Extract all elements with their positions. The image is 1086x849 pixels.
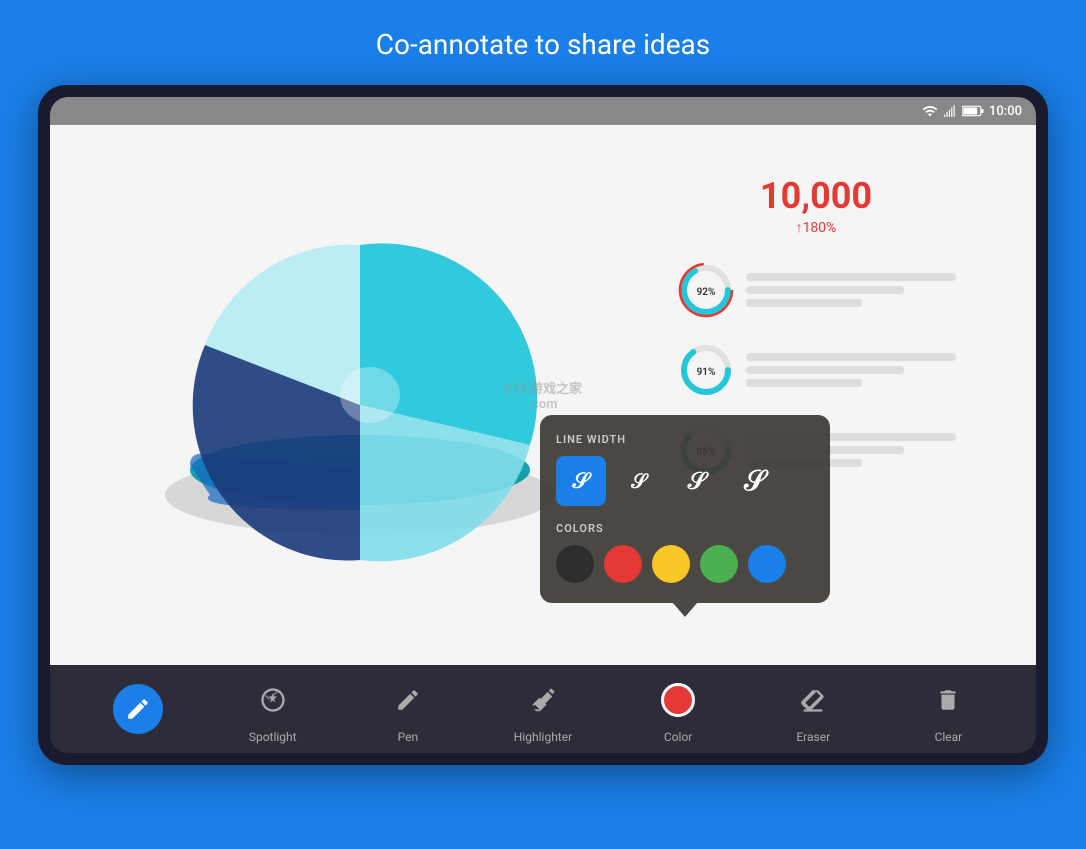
status-bar: 10:00 — [50, 97, 1036, 125]
highlighter-icon — [529, 686, 557, 714]
status-time: 10:00 — [989, 104, 1022, 119]
spotlight-wrapper[interactable] — [248, 675, 298, 725]
pen-active-icon — [125, 696, 151, 722]
spotlight-icon — [259, 686, 287, 714]
line-width-s-icon: 𝒮 — [631, 469, 646, 493]
highlighter-wrapper[interactable] — [518, 675, 568, 725]
page-title: Co-annotate to share ideas — [376, 0, 710, 85]
mini-line — [746, 286, 904, 294]
toolbar-item-pen[interactable]: Pen — [368, 675, 448, 744]
clear-wrapper[interactable] — [923, 675, 973, 725]
pen-label: Pen — [398, 730, 418, 744]
signal-icon — [943, 103, 957, 119]
popup-colors-label: COLORS — [556, 522, 814, 535]
toolbar-item-color[interactable]: Color — [638, 675, 718, 744]
eraser-label: Eraser — [796, 730, 830, 744]
mini-line — [746, 273, 956, 281]
color-options[interactable] — [556, 545, 814, 583]
highlighter-label: Highlighter — [514, 730, 572, 744]
eraser-wrapper[interactable] — [788, 675, 838, 725]
popup-line-width-label: LINE WIDTH — [556, 433, 814, 446]
line-width-options[interactable]: 𝒮 𝒮 𝒮 𝒮 — [556, 456, 814, 506]
pen-active-wrapper[interactable] — [113, 684, 163, 734]
mini-donut-2: 91% — [676, 340, 736, 400]
toolbar-item-pen-active[interactable] — [98, 684, 178, 734]
spotlight-label: Spotlight — [249, 730, 297, 744]
svg-text:91%: 91% — [697, 367, 716, 378]
line-width-xs[interactable]: 𝒮 — [556, 456, 606, 506]
line-width-m[interactable]: 𝒮 — [672, 456, 722, 506]
popup-arrow — [673, 603, 697, 617]
mini-stat-1: 92% — [676, 260, 956, 320]
toolbar-item-spotlight[interactable]: Spotlight — [233, 675, 313, 744]
device-screen: 10:00 — [50, 97, 1036, 753]
mini-line — [746, 366, 904, 374]
color-yellow[interactable] — [652, 545, 690, 583]
color-green[interactable] — [700, 545, 738, 583]
mini-lines-2 — [746, 353, 956, 387]
big-number-sub: ↑180% — [676, 219, 956, 236]
color-wrapper[interactable] — [653, 675, 703, 725]
current-color-circle[interactable] — [661, 683, 695, 717]
eraser-icon — [799, 686, 827, 714]
line-width-popup: LINE WIDTH 𝒮 𝒮 𝒮 𝒮 COLO — [540, 415, 830, 603]
mini-stat-2: 91% — [676, 340, 956, 400]
color-black[interactable] — [556, 545, 594, 583]
mini-line — [746, 353, 956, 361]
line-width-l-icon: 𝒮 — [744, 464, 766, 498]
main-content: 10,000 ↑180% 92% — [50, 125, 1036, 665]
wifi-icon — [922, 103, 938, 119]
pie-chart — [150, 185, 570, 565]
mini-lines-1 — [746, 273, 956, 307]
mini-donut-1: 92% — [676, 260, 736, 320]
pen-icon — [395, 687, 421, 713]
pen-wrapper[interactable] — [383, 675, 433, 725]
chart-area — [150, 185, 570, 565]
mini-line — [746, 379, 862, 387]
line-width-l[interactable]: 𝒮 — [730, 456, 780, 506]
mini-line — [746, 299, 862, 307]
big-number: 10,000 — [676, 175, 956, 217]
toolbar-item-clear[interactable]: Clear — [908, 675, 988, 744]
color-label: Color — [664, 730, 692, 744]
line-width-m-icon: 𝒮 — [688, 467, 707, 495]
clear-label: Clear — [935, 730, 963, 744]
color-blue[interactable] — [748, 545, 786, 583]
toolbar-item-highlighter[interactable]: Highlighter — [503, 675, 583, 744]
device-frame: 10:00 — [38, 85, 1048, 765]
line-width-xs-icon: 𝒮 — [572, 469, 589, 494]
toolbar: Spotlight Pen Highlighter — [50, 665, 1036, 753]
trash-icon — [935, 686, 961, 714]
toolbar-item-eraser[interactable]: Eraser — [773, 675, 853, 744]
svg-text:92%: 92% — [697, 287, 716, 298]
color-red[interactable] — [604, 545, 642, 583]
status-icons: 10:00 — [922, 103, 1022, 119]
battery-icon — [962, 104, 984, 118]
line-width-s[interactable]: 𝒮 — [614, 456, 664, 506]
